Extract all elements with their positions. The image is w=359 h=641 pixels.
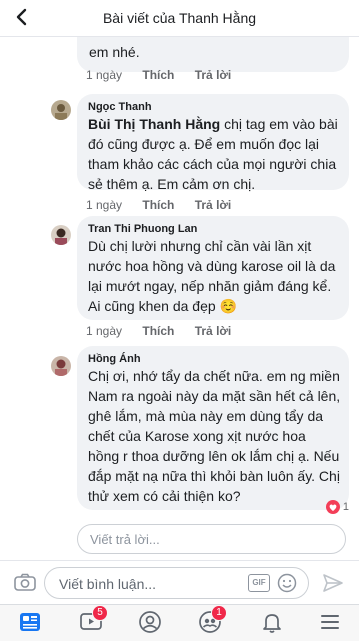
menu-icon[interactable] xyxy=(318,610,342,634)
comment-actions: 1 ngày Thích Trả lời xyxy=(86,324,248,338)
profile-icon[interactable] xyxy=(138,610,162,634)
bottom-tab-bar: 5 1 xyxy=(0,604,359,641)
camera-icon[interactable] xyxy=(14,573,36,591)
top-bar: Bài viết của Thanh Hằng xyxy=(0,0,359,37)
comment-bubble: Ngọc Thanh Bùi Thị Thanh Hằng chị tag em… xyxy=(77,94,349,192)
comment-text: Bùi Thị Thanh Hằng chị tag em vào bài đó… xyxy=(88,116,338,192)
reply-link[interactable]: Trả lời xyxy=(195,324,232,338)
comment-time: 1 ngày xyxy=(86,68,123,82)
commenter-name[interactable]: Ngọc Thanh xyxy=(88,101,152,113)
notifications-bell-icon[interactable] xyxy=(260,610,284,634)
reaction-count: 1 xyxy=(342,501,349,513)
avatar[interactable] xyxy=(51,100,71,120)
mention-link[interactable]: Bùi Thị Thanh Hằng xyxy=(88,116,220,132)
reply-input[interactable]: Viết trả lời... xyxy=(77,524,346,554)
comment-input[interactable]: Viết bình luận... GIF xyxy=(44,567,309,599)
comment-time: 1 ngày xyxy=(86,198,123,212)
like-link[interactable]: Thích xyxy=(142,198,174,212)
comment-list: em nhé. 1 ngày Thích Trả lời Ngọc Thanh … xyxy=(0,36,359,560)
commenter-name[interactable]: Hồng Ánh xyxy=(88,353,141,365)
like-link[interactable]: Thích xyxy=(142,324,174,338)
avatar[interactable] xyxy=(51,225,71,245)
send-icon[interactable] xyxy=(322,573,344,593)
comment-actions: 1 ngày Thích Trả lời xyxy=(86,68,248,82)
page-title: Bài viết của Thanh Hằng xyxy=(102,10,257,26)
comment-bubble: Tran Thi Phuong Lan Dù chị lười nhưng ch… xyxy=(77,216,349,320)
like-link[interactable]: Thích xyxy=(142,68,174,82)
gif-icon[interactable]: GIF xyxy=(248,574,270,592)
commenter-name[interactable]: Tran Thi Phuong Lan xyxy=(88,223,197,235)
avatar[interactable] xyxy=(51,356,71,376)
comment-composer: Viết bình luận... GIF xyxy=(0,560,359,605)
comment-text: Chị ơi, nhớ tẩy da chết nữa. em ng miền … xyxy=(88,368,341,504)
comment-text: Dù chị lười nhưng chỉ cần vài lần xịt nư… xyxy=(88,238,336,314)
comment-bubble: em nhé. xyxy=(77,36,349,72)
video-badge: 5 xyxy=(92,605,108,621)
comment-placeholder: Viết bình luận... xyxy=(59,576,157,592)
news-feed-icon[interactable] xyxy=(18,610,42,634)
comment-actions: 1 ngày Thích Trả lời xyxy=(86,198,248,212)
groups-badge: 1 xyxy=(211,605,227,621)
reply-link[interactable]: Trả lời xyxy=(195,68,232,82)
reaction-summary[interactable]: 1 xyxy=(325,499,349,515)
comment-time: 1 ngày xyxy=(86,324,123,338)
comment-text: em nhé. xyxy=(89,44,140,60)
reply-link[interactable]: Trả lời xyxy=(195,198,232,212)
heart-icon xyxy=(325,500,340,514)
emoji-icon[interactable] xyxy=(277,573,297,593)
comment-bubble: Hồng Ánh Chị ơi, nhớ tẩy da chết nữa. em… xyxy=(77,346,349,510)
